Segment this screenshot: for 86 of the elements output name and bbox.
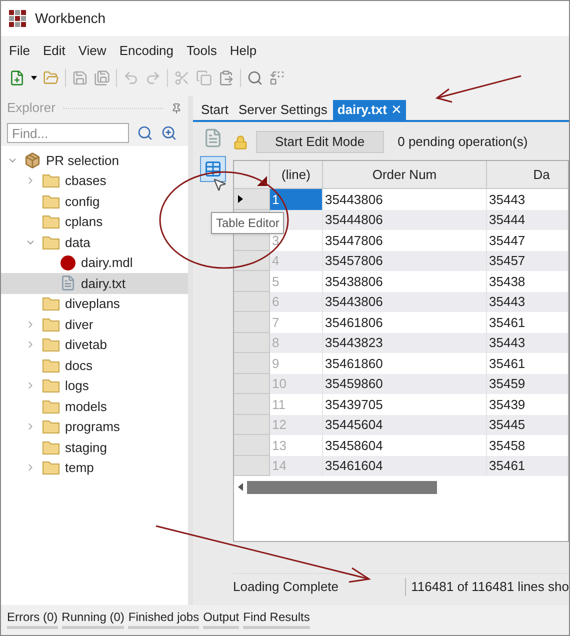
folder-icon bbox=[42, 194, 60, 209]
folder-icon bbox=[42, 296, 60, 312]
tree-item[interactable]: PR selection bbox=[1, 150, 188, 170]
tree-item[interactable]: staging bbox=[1, 437, 188, 458]
pin-icon[interactable] bbox=[171, 102, 182, 114]
bottom-tab[interactable]: Output bbox=[203, 608, 240, 629]
folder-icon[interactable] bbox=[43, 70, 59, 86]
save-icon[interactable] bbox=[72, 70, 88, 86]
tree-item[interactable]: cbases bbox=[1, 170, 188, 191]
panel-title: Explorer bbox=[7, 99, 56, 118]
tree-item[interactable]: docs bbox=[1, 355, 188, 376]
tree-item[interactable]: models bbox=[1, 396, 188, 416]
column-header[interactable]: Order Num bbox=[323, 161, 487, 188]
tree-item[interactable]: config bbox=[1, 191, 188, 212]
model-icon bbox=[60, 254, 76, 271]
lock-icon[interactable] bbox=[233, 134, 248, 150]
status-text: Loading Complete bbox=[233, 578, 340, 596]
folder-icon bbox=[42, 316, 60, 332]
paste-icon[interactable] bbox=[218, 70, 234, 86]
scrollbar-thumb[interactable] bbox=[247, 480, 437, 494]
caret-icon[interactable] bbox=[31, 76, 37, 80]
search-field[interactable]: Find... bbox=[7, 123, 129, 143]
folder-icon bbox=[42, 398, 60, 414]
folder-icon bbox=[42, 378, 60, 394]
menu-item[interactable]: View bbox=[78, 41, 106, 61]
menu-item[interactable]: File bbox=[9, 41, 30, 61]
table-cell: 14 bbox=[270, 456, 323, 476]
search-icon[interactable] bbox=[247, 70, 263, 86]
menu-item[interactable]: Tools bbox=[186, 41, 217, 61]
tab[interactable]: dairy.txt ✕ bbox=[333, 100, 406, 120]
cut-icon[interactable] bbox=[174, 70, 190, 86]
bottom-tab[interactable]: Running (0) bbox=[62, 608, 124, 629]
pending-operations-text: 0 pending operation(s) bbox=[398, 133, 528, 152]
replace-icon[interactable] bbox=[269, 70, 285, 86]
search-icon[interactable] bbox=[137, 125, 153, 141]
tab[interactable]: Start bbox=[197, 100, 232, 120]
tree-item[interactable]: diver bbox=[1, 314, 188, 334]
copy-icon[interactable] bbox=[196, 70, 212, 86]
folder-icon bbox=[42, 214, 60, 230]
tree-item[interactable]: diveplans bbox=[1, 294, 188, 314]
tree-item[interactable]: dairy.txt bbox=[1, 273, 188, 294]
menu-item[interactable]: Encoding bbox=[119, 41, 174, 61]
zoom-in-icon[interactable] bbox=[161, 125, 177, 141]
bottom-tab[interactable]: Find Results bbox=[243, 608, 310, 629]
bottom-tab[interactable]: Errors (0) bbox=[7, 608, 58, 629]
menu-item[interactable]: Help bbox=[230, 41, 257, 61]
mouse-cursor-icon bbox=[212, 177, 227, 192]
tree-item[interactable]: temp bbox=[1, 458, 188, 478]
folder-icon bbox=[42, 419, 60, 434]
menu-item[interactable]: Edit bbox=[42, 41, 66, 61]
folder-icon bbox=[42, 440, 60, 455]
column-header[interactable]: Da bbox=[487, 161, 568, 188]
folder-icon bbox=[42, 460, 60, 476]
tree-item[interactable]: dairy.mdl bbox=[1, 252, 188, 273]
bottom-tab[interactable]: Finished jobs bbox=[128, 608, 200, 629]
tree-item[interactable]: divetab bbox=[1, 334, 188, 355]
tab[interactable]: Server Settings bbox=[234, 100, 332, 120]
line-count-text: 116481 of 116481 lines sho bbox=[410, 578, 569, 596]
tree-item[interactable]: logs bbox=[1, 376, 188, 396]
text-view-icon[interactable] bbox=[203, 128, 223, 148]
tooltip: Table Editor bbox=[211, 212, 284, 234]
folder-icon bbox=[42, 337, 60, 352]
tree-item[interactable]: programs bbox=[1, 416, 188, 437]
folder-icon bbox=[42, 173, 60, 188]
new-file-icon[interactable] bbox=[9, 70, 25, 86]
redo-icon[interactable] bbox=[145, 70, 161, 86]
document-icon bbox=[60, 275, 76, 292]
folder-icon bbox=[42, 234, 60, 250]
current-row-icon bbox=[238, 194, 243, 203]
table-icon bbox=[204, 160, 222, 178]
row-header[interactable] bbox=[234, 189, 270, 210]
tree-item[interactable]: cplans bbox=[1, 212, 188, 232]
package-icon bbox=[24, 152, 41, 169]
save-all-icon[interactable] bbox=[94, 70, 110, 86]
tree-item[interactable]: data bbox=[1, 232, 188, 252]
close-button[interactable]: ✕ bbox=[390, 100, 402, 120]
app-logo-icon bbox=[9, 10, 27, 28]
table-editor-button[interactable] bbox=[200, 156, 226, 182]
folder-icon bbox=[42, 358, 60, 373]
table-cell: 1 bbox=[270, 189, 323, 210]
table-cell: 35461604 bbox=[323, 456, 487, 476]
start-edit-mode-button[interactable]: Start Edit Mode bbox=[256, 131, 384, 153]
window-title: Workbench bbox=[35, 9, 106, 28]
column-header[interactable]: (line) bbox=[270, 161, 323, 188]
undo-icon[interactable] bbox=[123, 70, 139, 86]
table-cell: 35461 bbox=[487, 456, 568, 476]
